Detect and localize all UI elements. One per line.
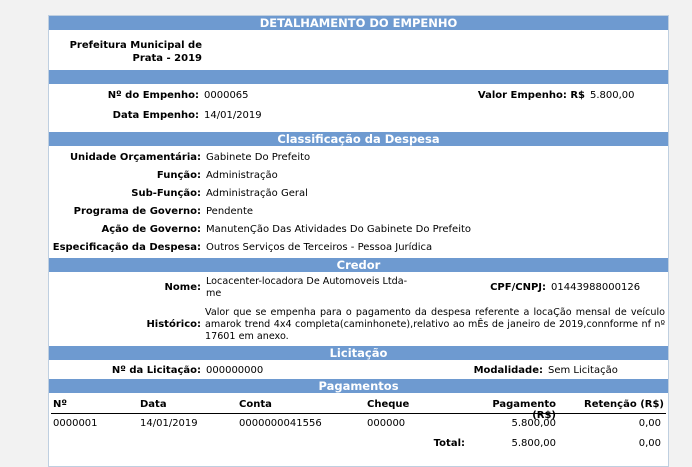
modalidade-label: Modalidade: xyxy=(473,365,543,376)
empenho-number-label: Nº do Empenho: xyxy=(107,90,199,101)
especificacao-value: Outros Serviços de Terceiros - Pessoa Ju… xyxy=(206,242,433,253)
funcao-label: Função: xyxy=(156,170,201,181)
table-cell-data: 14/01/2019 xyxy=(140,418,198,429)
funcao-value: Administração xyxy=(206,170,278,181)
empenho-date-value: 14/01/2019 xyxy=(204,110,262,121)
unidade-value: Gabinete Do Prefeito xyxy=(206,152,311,163)
cpf-value: 01443988000126 xyxy=(551,282,641,293)
unidade-label: Unidade Orçamentária: xyxy=(69,152,201,163)
cpf-label: CPF/CNPJ: xyxy=(490,282,546,293)
programa-label: Programa de Governo: xyxy=(73,206,201,217)
table-cell-cheque: 000000 xyxy=(367,418,406,429)
table-cell-numero: 0000001 xyxy=(53,418,98,429)
acao-label: Ação de Governo: xyxy=(101,224,202,235)
section-bar-classificacao: Classificação da Despesa xyxy=(49,132,668,146)
section-bar-pagamentos: Pagamentos xyxy=(49,379,668,393)
page-title: DETALHAMENTO DO EMPENHO xyxy=(259,16,458,30)
table-cell-retencao: 0,00 xyxy=(638,418,661,429)
section-title-classificacao: Classificação da Despesa xyxy=(277,132,440,146)
acao-value: ManutenÇão Das Atividades Do Gabinete Do… xyxy=(206,224,472,235)
historico-value: Valor que se empenha para o pagamento da… xyxy=(205,307,665,342)
entity-name: Prefeitura Municipal de Prata - 2019 xyxy=(69,40,202,64)
col-header-retencao: Retenção (R$) xyxy=(584,399,664,410)
empenho-date-label: Data Empenho: xyxy=(112,110,199,121)
header-bar: DETALHAMENTO DO EMPENHO xyxy=(49,16,668,30)
section-title-credor: Credor xyxy=(336,258,381,272)
empenho-detail-panel: DETALHAMENTO DO EMPENHO Prefeitura Munic… xyxy=(48,15,669,467)
table-cell-pagamento: 5.800,00 xyxy=(511,418,556,429)
page-background: DETALHAMENTO DO EMPENHO Prefeitura Munic… xyxy=(0,0,692,467)
total-label: Total: xyxy=(433,438,465,449)
col-header-conta: Conta xyxy=(239,399,272,410)
licitacao-number-value: 000000000 xyxy=(206,365,264,376)
subfuncao-label: Sub-Função: xyxy=(131,188,201,199)
total-retencao: 0,00 xyxy=(638,438,661,449)
col-header-numero: Nº xyxy=(53,399,68,410)
section-bar-licitacao: Licitação xyxy=(49,346,668,360)
table-header-divider xyxy=(51,413,666,414)
empenho-value: 5.800,00 xyxy=(590,90,635,101)
col-header-data: Data xyxy=(140,399,167,410)
subfuncao-value: Administração Geral xyxy=(206,188,308,199)
total-pagamento: 5.800,00 xyxy=(511,438,556,449)
licitacao-number-label: Nº da Licitação: xyxy=(111,365,201,376)
section-title-licitacao: Licitação xyxy=(329,346,388,360)
section-bar-blank xyxy=(49,70,668,84)
modalidade-value: Sem Licitação xyxy=(548,365,618,376)
credor-name-label: Nome: xyxy=(164,282,201,293)
section-title-pagamentos: Pagamentos xyxy=(318,379,399,393)
table-cell-conta: 0000000041556 xyxy=(239,418,322,429)
section-bar-credor: Credor xyxy=(49,258,668,272)
credor-name-value: Locacenter-locadora De Automoveis Ltda- … xyxy=(206,276,408,299)
programa-value: Pendente xyxy=(206,206,254,217)
empenho-number-value: 0000065 xyxy=(204,90,249,101)
empenho-value-label: Valor Empenho: R$ xyxy=(477,90,585,101)
historico-label: Histórico: xyxy=(146,319,201,330)
col-header-cheque: Cheque xyxy=(367,399,410,410)
especificacao-label: Especificação da Despesa: xyxy=(52,242,201,253)
